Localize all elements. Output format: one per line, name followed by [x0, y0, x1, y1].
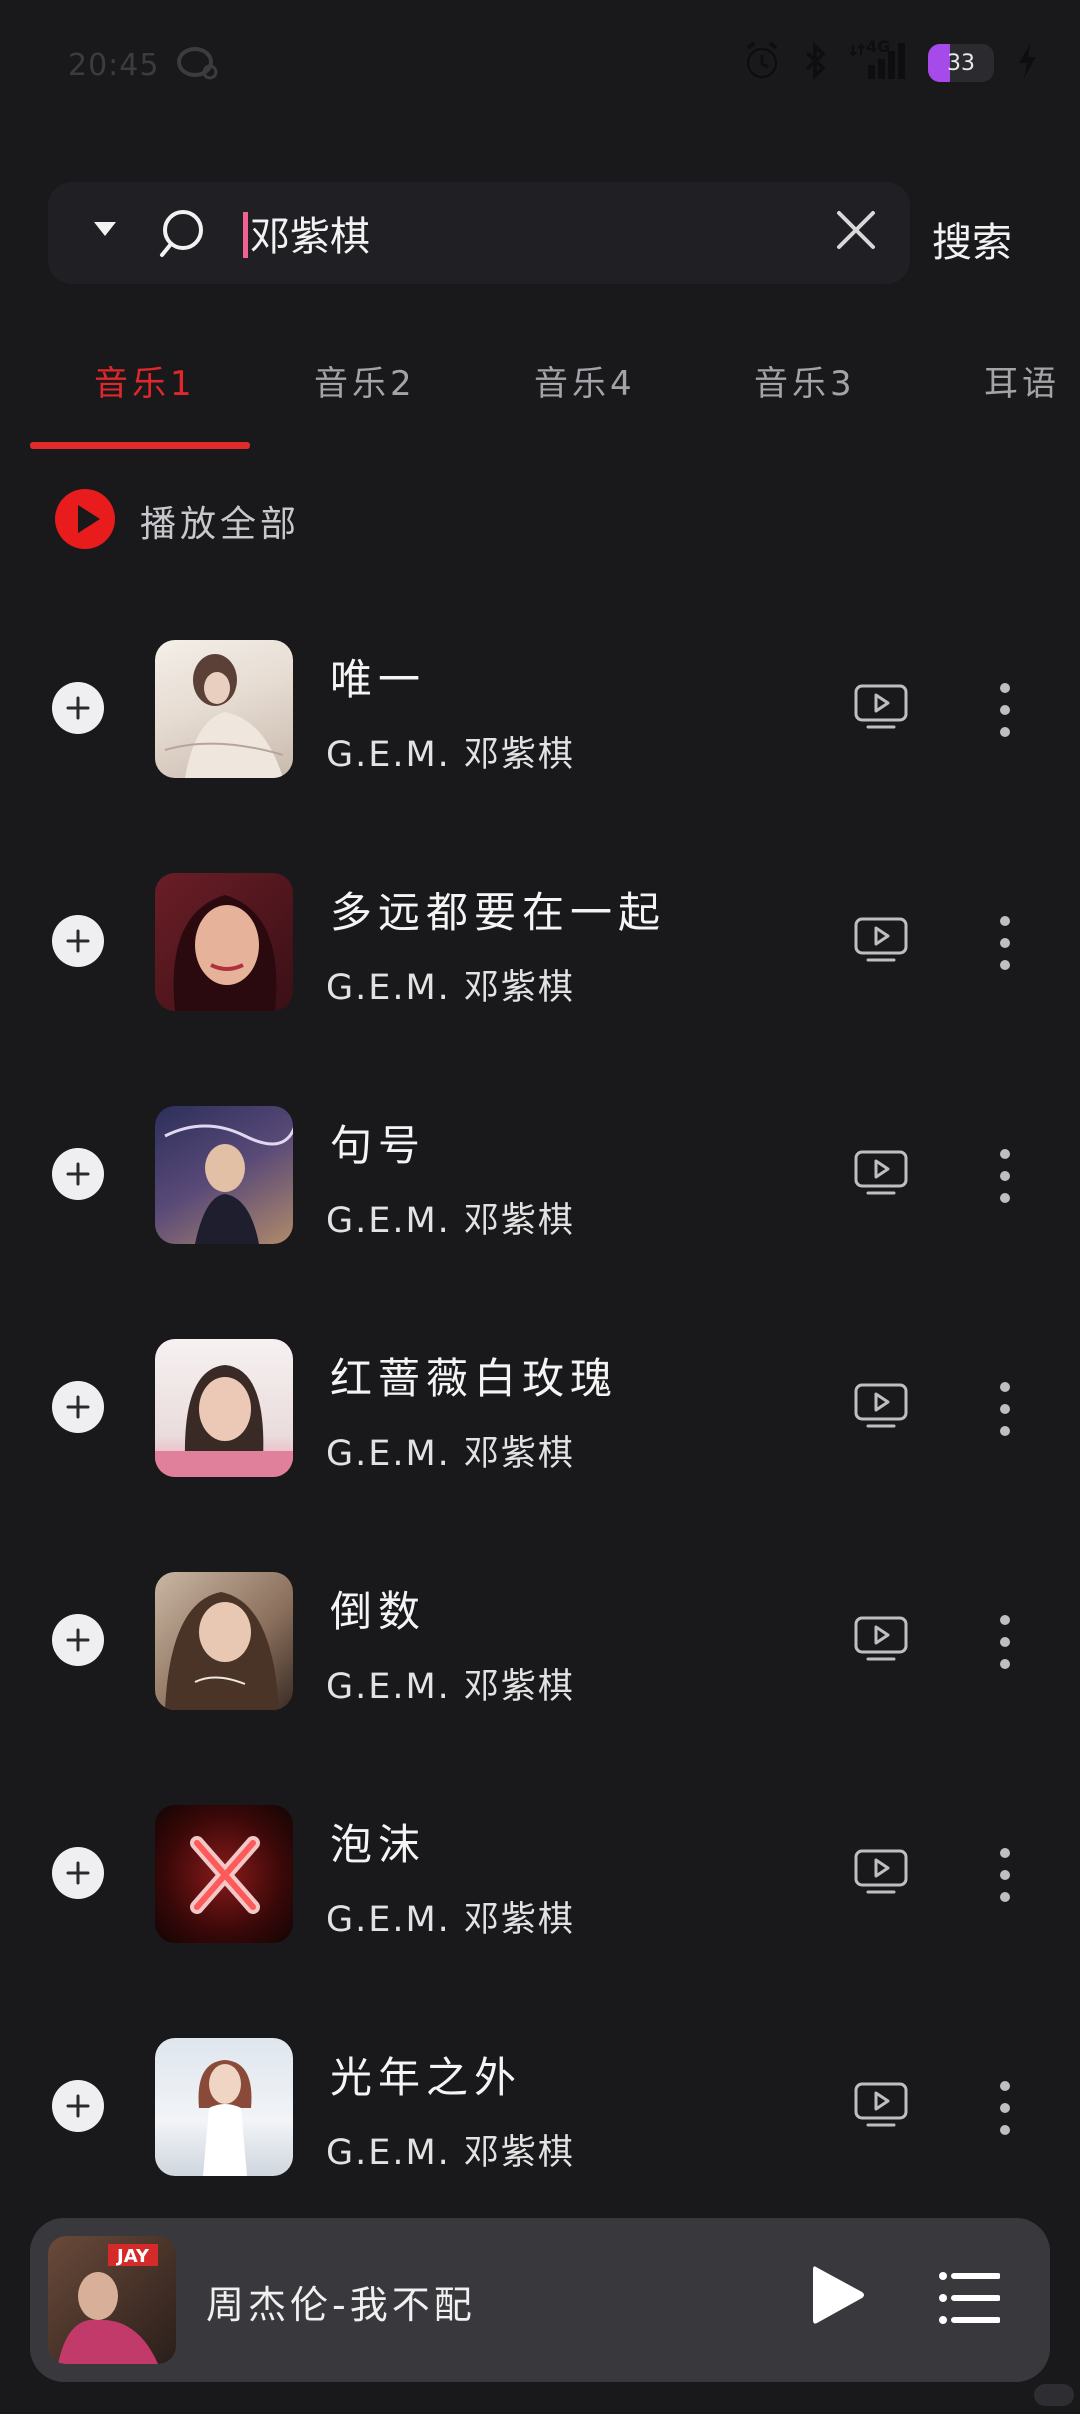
list-item[interactable]: 多远都要在一起 G.E.M. 邓紫棋 [0, 861, 1080, 1021]
song-title: 泡沫 [330, 1820, 427, 1869]
text-cursor [243, 212, 248, 258]
now-playing-album-art[interactable]: JAY [48, 2236, 176, 2364]
song-title: 红蔷薇白玫瑰 [330, 1354, 619, 1403]
list-item[interactable]: 唯一 G.E.M. 邓紫棋 [0, 628, 1080, 788]
alarm-icon [742, 40, 782, 86]
playlist-icon[interactable] [938, 2270, 1001, 2330]
now-playing-title: 周杰伦-我不配 [206, 2283, 476, 2327]
list-item[interactable]: 红蔷薇白玫瑰 G.E.M. 邓紫棋 [0, 1327, 1080, 1487]
add-to-playlist-icon[interactable] [52, 1381, 104, 1433]
add-to-playlist-icon[interactable] [52, 1847, 104, 1899]
battery-percent: 33 [947, 50, 975, 76]
add-to-playlist-icon[interactable] [52, 1148, 104, 1200]
signal-icon: 4G [849, 37, 906, 85]
music-video-icon[interactable] [854, 1383, 908, 1433]
play-all-button[interactable]: 播放全部 [54, 488, 300, 554]
battery-indicator: 33 [928, 44, 994, 82]
song-title: 光年之外 [330, 2053, 523, 2102]
status-bar: 20:45 4G 33 [0, 0, 1080, 130]
search-icon [156, 206, 210, 264]
more-options-icon[interactable] [990, 680, 1020, 740]
song-title: 倒数 [330, 1587, 427, 1636]
list-item[interactable]: 光年之外 G.E.M. 邓紫棋 [0, 2026, 1080, 2186]
more-options-icon[interactable] [990, 2078, 1020, 2138]
search-button[interactable]: 搜索 [932, 210, 1012, 268]
song-artist: G.E.M. 邓紫棋 [326, 1201, 575, 1241]
network-type: 4G [866, 37, 891, 56]
add-to-playlist-icon[interactable] [52, 2080, 104, 2132]
album-art [155, 1106, 293, 1244]
song-artist: G.E.M. 邓紫棋 [326, 1667, 575, 1707]
watermark-badge [1034, 2384, 1074, 2406]
music-video-icon[interactable] [854, 1150, 908, 1200]
music-video-icon[interactable] [854, 1849, 908, 1899]
album-art [155, 2038, 293, 2176]
song-artist: G.E.M. 邓紫棋 [326, 735, 575, 775]
play-all-label: 播放全部 [140, 504, 301, 545]
charging-icon [1016, 42, 1038, 84]
mini-player[interactable]: JAY 周杰伦-我不配 [30, 2218, 1050, 2382]
song-title: 唯一 [330, 655, 427, 704]
search-input[interactable] [250, 200, 810, 266]
chat-notification-icon [176, 46, 218, 86]
tab-music-4[interactable]: 音乐4 [534, 356, 636, 405]
dropdown-caret-icon[interactable] [92, 220, 118, 242]
album-art [155, 1572, 293, 1710]
album-art [155, 640, 293, 778]
add-to-playlist-icon[interactable] [52, 915, 104, 967]
music-video-icon[interactable] [854, 1616, 908, 1666]
add-to-playlist-icon[interactable] [52, 1614, 104, 1666]
more-options-icon[interactable] [990, 1146, 1020, 1206]
list-item[interactable]: 倒数 G.E.M. 邓紫棋 [0, 1560, 1080, 1720]
more-options-icon[interactable] [990, 1612, 1020, 1672]
song-title: 多远都要在一起 [330, 888, 667, 937]
album-art [155, 873, 293, 1011]
tab-music-1[interactable]: 音乐1 [94, 356, 196, 405]
source-tabs: 音乐1 音乐2 音乐4 音乐3 耳语 [0, 340, 1080, 450]
play-circle-icon [54, 488, 116, 554]
tab-music-3[interactable]: 音乐3 [754, 356, 856, 405]
tab-whisper[interactable]: 耳语 [984, 356, 1060, 405]
play-icon[interactable] [808, 2262, 868, 2332]
clear-search-icon[interactable] [834, 208, 878, 256]
search-box[interactable] [48, 182, 910, 284]
bluetooth-icon [804, 41, 828, 84]
more-options-icon[interactable] [990, 913, 1020, 973]
add-to-playlist-icon[interactable] [52, 682, 104, 734]
more-options-icon[interactable] [990, 1379, 1020, 1439]
more-options-icon[interactable] [990, 1845, 1020, 1905]
music-video-icon[interactable] [854, 684, 908, 734]
list-item[interactable]: 句号 G.E.M. 邓紫棋 [0, 1094, 1080, 1254]
tab-music-2[interactable]: 音乐2 [314, 356, 416, 405]
active-tab-indicator [30, 442, 250, 449]
album-art [155, 1339, 293, 1477]
music-video-icon[interactable] [854, 917, 908, 967]
song-artist: G.E.M. 邓紫棋 [326, 1434, 575, 1474]
status-icons: 4G 33 [742, 37, 1038, 86]
album-badge: JAY [115, 2246, 150, 2267]
song-artist: G.E.M. 邓紫棋 [326, 968, 575, 1008]
status-time: 20:45 [68, 48, 160, 83]
list-item[interactable]: 泡沫 G.E.M. 邓紫棋 [0, 1793, 1080, 1953]
song-title: 句号 [330, 1121, 427, 1170]
album-art [155, 1805, 293, 1943]
music-video-icon[interactable] [854, 2082, 908, 2132]
search-bar: 搜索 [48, 182, 1048, 284]
song-artist: G.E.M. 邓紫棋 [326, 2133, 575, 2173]
song-artist: G.E.M. 邓紫棋 [326, 1900, 575, 1940]
